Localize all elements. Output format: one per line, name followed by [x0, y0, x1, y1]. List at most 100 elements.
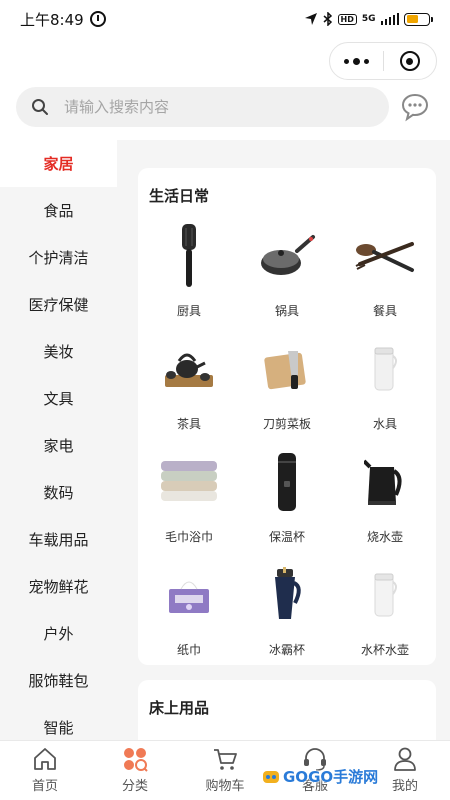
category-item-towels[interactable]: 毛巾浴巾: [140, 446, 238, 559]
home-icon: [34, 748, 56, 770]
category-item-tableware[interactable]: 餐具: [336, 220, 434, 333]
more-icon[interactable]: [330, 57, 383, 65]
search-input[interactable]: [64, 98, 344, 116]
cart-icon: [214, 749, 237, 770]
sidebar-item-stationery[interactable]: 文具: [0, 375, 117, 422]
sidebar-item-apparel[interactable]: 服饰鞋包: [0, 657, 117, 704]
tissue-icon: [157, 559, 221, 631]
item-label: 烧水壶: [366, 530, 403, 544]
category-item-teaware[interactable]: 茶具: [140, 333, 238, 446]
sidebar-item-label: 美妆: [43, 343, 74, 361]
section-title: 生活日常: [149, 187, 210, 205]
sidebar-item-label: 家居: [43, 155, 74, 173]
section-title: 床上用品: [149, 699, 210, 717]
cutlery-icon: [353, 220, 417, 292]
category-content[interactable]: 生活日常 厨具 锅具 餐具 茶具 刀剪菜板 水具 毛巾浴巾 保温杯 烧水壶 纸巾…: [117, 140, 450, 740]
product-grid: 厨具 锅具 餐具 茶具 刀剪菜板 水具 毛巾浴巾 保温杯 烧水壶 纸巾 冰霸杯 …: [140, 220, 434, 672]
category-item-knives-boards[interactable]: 刀剪菜板: [238, 333, 336, 446]
sidebar-item-label: 个护清洁: [28, 249, 89, 267]
battery-icon: [404, 12, 433, 26]
sidebar-item-label: 医疗保健: [28, 296, 89, 314]
tumbler-icon: [255, 559, 319, 631]
watermark-logo-icon: [263, 770, 279, 783]
item-label: 毛巾浴巾: [164, 530, 213, 544]
tab-category[interactable]: 分类: [90, 741, 180, 800]
sidebar-item-label: 服饰鞋包: [28, 672, 89, 690]
sidebar-item-label: 智能: [43, 719, 74, 737]
watermark: GOGO手游网: [262, 766, 378, 787]
section-card: 生活日常 厨具 锅具 餐具 茶具 刀剪菜板 水具 毛巾浴巾 保温杯 烧水壶 纸巾…: [138, 168, 436, 665]
sidebar-item-label: 车载用品: [28, 531, 89, 549]
thermos-icon: [255, 446, 319, 518]
water-bottle-icon: [353, 333, 417, 405]
item-label: 保温杯: [268, 530, 305, 544]
cup-kettle-icon: [353, 559, 417, 631]
item-label: 纸巾: [176, 643, 201, 657]
location-icon: [304, 13, 317, 25]
category-item-kettles[interactable]: 烧水壶: [336, 446, 434, 559]
tab-label: 购物车: [205, 779, 245, 794]
sidebar-item-car[interactable]: 车载用品: [0, 516, 117, 563]
category-item-water-bottles[interactable]: 水具: [336, 333, 434, 446]
pan-icon: [255, 220, 319, 292]
sidebar-item-beauty[interactable]: 美妆: [0, 328, 117, 375]
mini-program-capsule: [329, 42, 437, 80]
status-bar: 上午8:49 HD 5G: [0, 0, 450, 38]
sidebar-item-pets-flowers[interactable]: 宠物鲜花: [0, 563, 117, 610]
item-label: 水杯水壶: [360, 643, 409, 657]
sidebar-item-label: 文具: [43, 390, 74, 408]
category-item-tissues[interactable]: 纸巾: [140, 559, 238, 672]
close-target-icon[interactable]: [384, 51, 437, 71]
sidebar-item-label: 宠物鲜花: [28, 578, 89, 596]
watermark-text: GOGO手游网: [283, 768, 379, 786]
sidebar-item-digital[interactable]: 数码: [0, 469, 117, 516]
sidebar-item-food[interactable]: 食品: [0, 187, 117, 234]
item-label: 茶具: [176, 417, 201, 431]
sidebar-item-personal-care[interactable]: 个护清洁: [0, 234, 117, 281]
signal-icon: [380, 13, 399, 25]
tab-label: 分类: [121, 779, 148, 794]
kettle-icon: [353, 446, 417, 518]
category-sidebar: 家居 食品 个护清洁 医疗保健 美妆 文具 家电 数码 车载用品 宠物鲜花 户外…: [0, 140, 117, 740]
bluetooth-icon: [323, 12, 332, 26]
sidebar-item-label: 食品: [43, 202, 74, 220]
sidebar-item-label: 户外: [43, 625, 74, 643]
search-icon: [30, 97, 50, 117]
hd-badge: HD: [337, 13, 357, 25]
sidebar-item-label: 数码: [43, 484, 74, 502]
network-label: 5G: [361, 14, 376, 24]
knife-board-icon: [255, 333, 319, 405]
chat-icon[interactable]: [400, 92, 430, 122]
bottom-tab-bar: 首页 分类 购物车 客服 我的: [0, 740, 450, 800]
tab-home[interactable]: 首页: [0, 741, 90, 800]
status-time: 上午8:49: [20, 10, 84, 29]
spatula-icon: [157, 220, 221, 292]
sidebar-item-healthcare[interactable]: 医疗保健: [0, 281, 117, 328]
item-label: 锅具: [274, 304, 299, 318]
search-bar[interactable]: [16, 87, 389, 127]
sidebar-item-label: 家电: [43, 437, 74, 455]
tab-label: 我的: [391, 779, 418, 794]
sidebar-item-outdoor[interactable]: 户外: [0, 610, 117, 657]
category-item-kitchenware[interactable]: 厨具: [140, 220, 238, 333]
tab-cart[interactable]: 购物车: [180, 741, 270, 800]
item-label: 厨具: [176, 304, 201, 318]
category-item-cups-kettles[interactable]: 水杯水壶: [336, 559, 434, 672]
item-label: 餐具: [372, 304, 397, 318]
alarm-icon: [89, 11, 106, 27]
status-icons: HD 5G: [304, 12, 433, 26]
item-label: 刀剪菜板: [262, 417, 311, 431]
sidebar-item-home[interactable]: 家居: [0, 140, 117, 187]
sidebar-item-appliances[interactable]: 家电: [0, 422, 117, 469]
teaset-icon: [157, 333, 221, 405]
category-item-pans[interactable]: 锅具: [238, 220, 336, 333]
item-label: 冰霸杯: [268, 643, 305, 657]
tab-label: 首页: [31, 779, 58, 794]
towel-icon: [157, 446, 221, 518]
user-icon: [394, 747, 416, 771]
category-item-thermos[interactable]: 保温杯: [238, 446, 336, 559]
category-item-tumblers[interactable]: 冰霸杯: [238, 559, 336, 672]
category-icon: [124, 748, 148, 772]
item-label: 水具: [372, 417, 397, 431]
section-card: 床上用品: [138, 680, 436, 740]
